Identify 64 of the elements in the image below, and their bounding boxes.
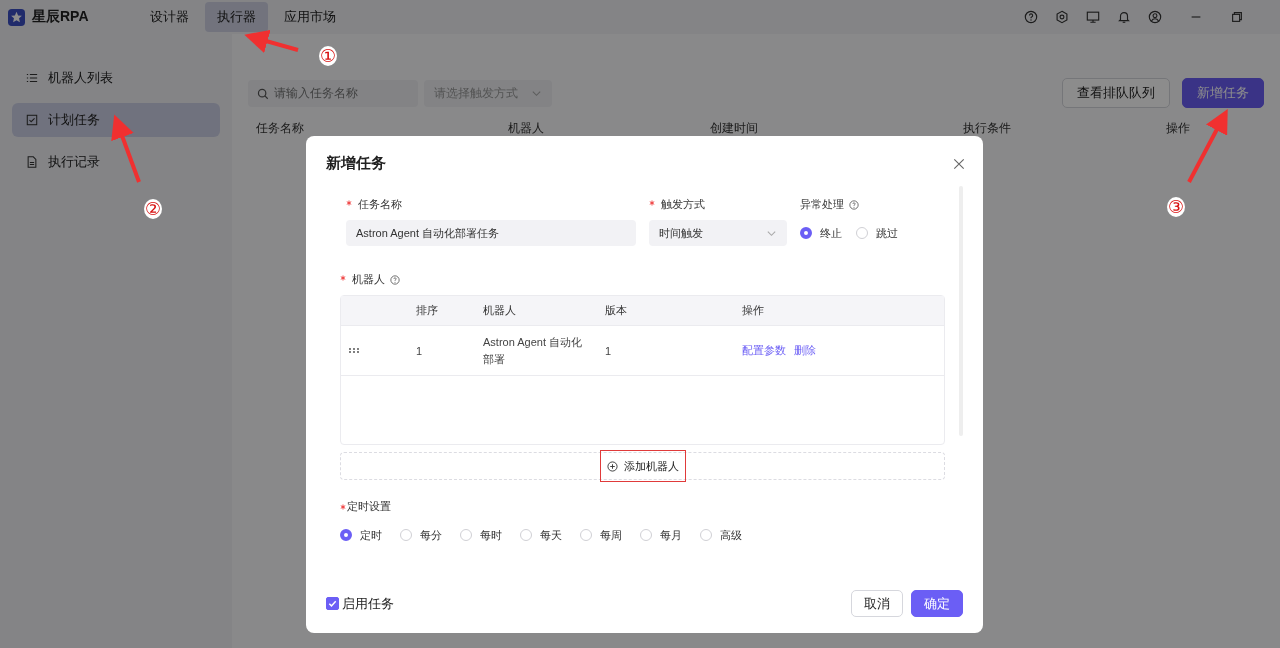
annotation-arrow	[111, 114, 141, 183]
user-icon[interactable]	[1148, 10, 1162, 24]
dialog-button[interactable]: 确定	[911, 590, 963, 617]
column-header: 任务名称	[256, 120, 305, 137]
app-name: 星辰RPA	[32, 8, 89, 26]
sidebar-item[interactable]: 机器人列表	[12, 61, 220, 95]
radio-option[interactable]: 定时	[340, 527, 382, 543]
monitor-icon[interactable]	[1086, 10, 1100, 24]
nav-tab[interactable]: 应用市场	[272, 2, 348, 32]
column-header: 机器人	[508, 120, 545, 137]
table-action-link[interactable]: 删除	[794, 343, 816, 358]
field-label: 任务名称	[358, 197, 402, 212]
radio-option[interactable]: 每天	[520, 527, 562, 543]
radio-option[interactable]: 每月	[640, 527, 682, 543]
dialog-button[interactable]: 取消	[851, 590, 903, 617]
field-label: 触发方式	[661, 197, 705, 212]
dialog-title: 新增任务	[326, 154, 386, 173]
enable-task-checkbox[interactable]: 启用任务	[326, 594, 394, 613]
column-header: 排序	[416, 303, 439, 318]
field-label: 异常处理	[800, 197, 844, 212]
help-icon[interactable]	[1024, 10, 1038, 24]
checkbox-icon	[26, 114, 38, 126]
bell-icon[interactable]	[1117, 10, 1131, 24]
table-action-link[interactable]: 配置参数	[742, 343, 786, 358]
star-logo-icon	[8, 8, 25, 26]
search-icon	[257, 87, 269, 100]
restore-icon[interactable]	[1230, 10, 1244, 24]
sidebar-item[interactable]: 计划任务	[12, 103, 220, 137]
trigger-dropdown[interactable]: 时间触发	[649, 220, 787, 246]
column-header: 创建时间	[710, 120, 759, 137]
sidebar-item[interactable]: 执行记录	[12, 145, 220, 179]
help-icon[interactable]	[849, 199, 859, 210]
column-header: 机器人	[483, 303, 517, 318]
column-header: 执行条件	[963, 120, 1012, 137]
radio-option[interactable]: 跳过	[856, 225, 898, 241]
table-cell-text: 1	[416, 344, 424, 357]
document-icon	[26, 156, 38, 168]
field-label: 定时设置	[347, 500, 391, 512]
help-icon[interactable]	[390, 274, 400, 285]
radio-option[interactable]: 每分	[400, 527, 442, 543]
field-label: 机器人	[352, 272, 385, 287]
close-icon[interactable]	[953, 157, 965, 170]
nav-tab[interactable]: 设计器	[138, 2, 201, 32]
radio-option[interactable]: 终止	[800, 225, 842, 241]
task-name-field[interactable]: Astron Agent 自动化部署任务	[346, 220, 636, 246]
radio-option[interactable]: 每时	[460, 527, 502, 543]
column-header: 版本	[605, 303, 628, 318]
search-field[interactable]: 请输入任务名称	[248, 79, 418, 107]
column-header: 操作	[1166, 120, 1191, 137]
add-robot-area[interactable]: 添加机器人	[340, 452, 945, 480]
table-cell-text: Astron Agent 自动化部署	[483, 334, 584, 367]
radio-option[interactable]: 高级	[700, 527, 742, 543]
drag-handle-icon[interactable]	[349, 348, 359, 353]
toolbar-button[interactable]: 查看排队队列	[1062, 78, 1170, 108]
radio-option[interactable]: 每周	[580, 527, 622, 543]
nav-tab[interactable]: 执行器	[205, 2, 268, 32]
settings-icon[interactable]	[1055, 10, 1069, 24]
checkmark-icon	[327, 598, 338, 609]
add-robot-button[interactable]: 添加机器人	[599, 450, 686, 482]
column-header: 操作	[741, 303, 764, 318]
table-cell-text: 1	[605, 344, 613, 357]
plus-circle-icon	[606, 460, 618, 472]
list-icon	[26, 72, 38, 84]
annotation-arrow	[244, 29, 299, 53]
